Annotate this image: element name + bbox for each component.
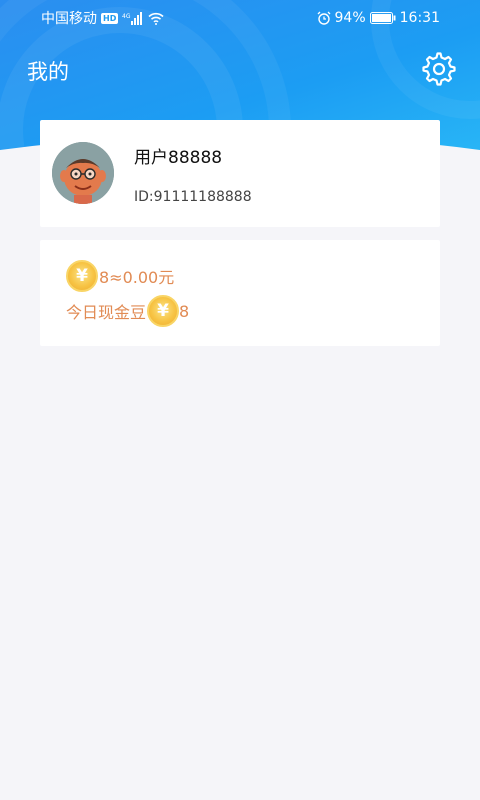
avatar-face-icon — [52, 142, 114, 204]
gear-icon — [422, 52, 456, 86]
coin-icon: ¥ — [147, 295, 180, 327]
coin-balance: 8≈0.00元 — [99, 268, 175, 287]
svg-text:4G: 4G — [122, 13, 131, 20]
today-coins-value: 8 — [179, 301, 190, 321]
signal-icon: 4G — [122, 11, 144, 25]
battery-percent: 94% — [334, 10, 366, 26]
settings-button[interactable] — [420, 50, 458, 88]
alarm-icon — [317, 11, 331, 25]
clock-time: 16:31 — [399, 10, 440, 26]
wifi-icon — [148, 12, 164, 25]
coin-icon: ¥ — [66, 260, 98, 292]
battery-icon — [369, 12, 396, 24]
user-id: ID:91111188888 — [134, 189, 252, 205]
page-title: 我的 — [27, 60, 69, 84]
hd-badge: HD — [101, 12, 119, 24]
carrier-label: 中国移动 — [41, 11, 97, 27]
status-bar: 中国移动 HD 4G 94% 16:31 — [0, 0, 480, 36]
today-coins-label: 今日现金豆 — [66, 303, 147, 322]
user-name: 用户88888 — [134, 148, 223, 168]
coin-balance-row: ¥ 8≈0.00元 — [66, 260, 174, 292]
cash-beans-card[interactable]: ¥ 8≈0.00元 今日现金豆 ¥ 8 — [40, 240, 440, 346]
today-coins-row: 今日现金豆 ¥ 8 — [66, 295, 189, 327]
avatar[interactable] — [52, 142, 114, 204]
user-profile-card[interactable]: 用户88888 ID:91111188888 — [40, 120, 440, 227]
